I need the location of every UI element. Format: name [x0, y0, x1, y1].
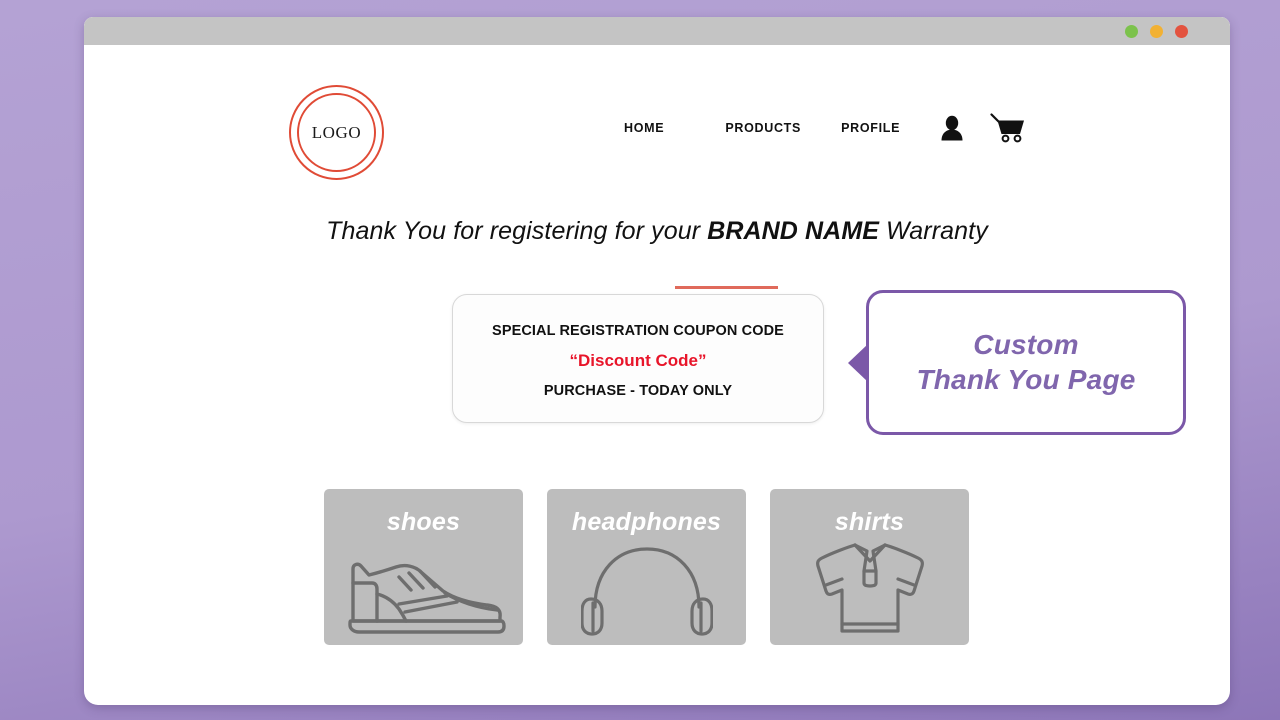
shopping-cart-icon[interactable] [990, 113, 1026, 143]
site-header: LOGO HOME PRODUCTS PROFILE [84, 45, 1230, 180]
page-title: Thank You for registering for your BRAND… [84, 217, 1230, 246]
minimize-dot[interactable] [1125, 24, 1138, 38]
shoe-icon [324, 549, 523, 637]
headline-prefix: Thank You for registering for your [326, 217, 708, 245]
card-label: shirts [834, 508, 905, 536]
card-shoes[interactable]: shoes [324, 489, 523, 645]
logo-inner-circle: LOGO [297, 93, 376, 172]
callout-line-1: Custom [973, 329, 1079, 361]
nav-profile[interactable]: PROFILE [841, 121, 900, 135]
coupon-code: “Discount Code” [569, 350, 707, 370]
nav-products[interactable]: PRODUCTS [725, 121, 801, 135]
main-navigation: HOME PRODUCTS PROFILE [624, 113, 1026, 143]
title-divider [675, 286, 778, 289]
user-icon[interactable] [940, 115, 964, 141]
nav-home[interactable]: HOME [624, 121, 664, 135]
callout-arrow-icon [848, 343, 868, 382]
close-dot[interactable] [1175, 24, 1188, 38]
card-headphones[interactable]: headphones [547, 489, 746, 645]
site-logo[interactable]: LOGO [289, 85, 384, 180]
coupon-title: SPECIAL REGISTRATION COUPON CODE [492, 322, 784, 339]
headline-brand: BRAND NAME [707, 217, 880, 245]
headphones-icon [547, 541, 746, 637]
callout-line-2: Thank You Page [916, 363, 1136, 395]
logo-text: LOGO [311, 122, 362, 142]
product-category-cards: shoes headphones shirts [324, 489, 969, 645]
page-content: LOGO HOME PRODUCTS PROFILE Thank You for… [84, 45, 1230, 705]
annotation-callout: Custom Thank You Page [848, 290, 1186, 435]
card-label: shoes [386, 508, 461, 536]
coupon-subtitle: PURCHASE - TODAY ONLY [543, 382, 733, 399]
card-shirts[interactable]: shirts [770, 489, 969, 645]
browser-window: LOGO HOME PRODUCTS PROFILE Thank You for… [84, 17, 1230, 705]
headline-suffix: Warranty [879, 217, 988, 245]
polo-shirt-icon [770, 537, 969, 637]
maximize-dot[interactable] [1150, 24, 1163, 38]
browser-titlebar [84, 17, 1230, 45]
coupon-card: SPECIAL REGISTRATION COUPON CODE “Discou… [452, 294, 824, 423]
card-label: headphones [571, 508, 722, 536]
